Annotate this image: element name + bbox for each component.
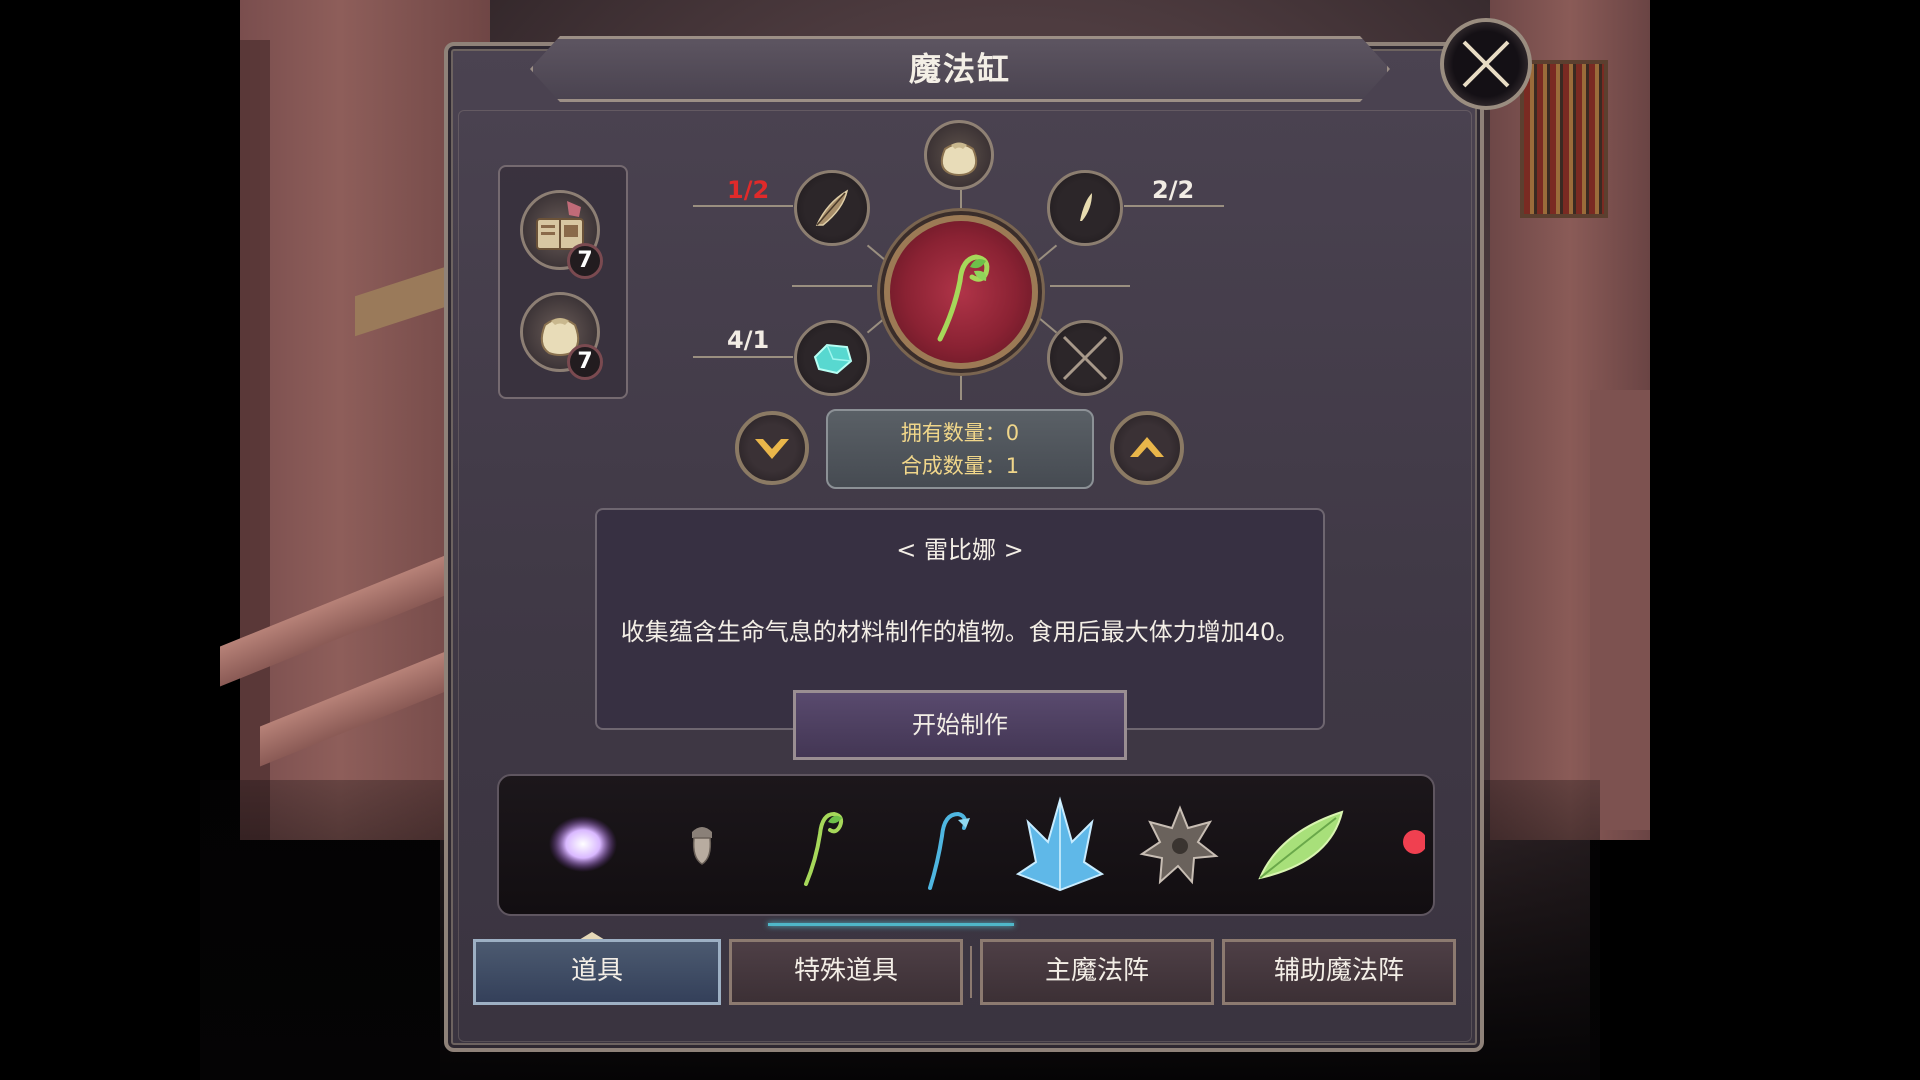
bookshelf	[1520, 60, 1608, 218]
left-wall-edge	[240, 40, 270, 840]
strip-item-acorn[interactable]	[654, 792, 754, 902]
item-name: < 雷比娜 >	[896, 536, 1024, 564]
connector-line	[1124, 205, 1224, 207]
connector-line	[693, 356, 793, 358]
ingredient-count-top-left: 1/2	[727, 176, 770, 204]
ingredient-slot-bottom-left[interactable]	[794, 320, 870, 396]
connector-line	[792, 285, 872, 287]
strip-item-spiky-ore[interactable]	[1130, 792, 1230, 902]
chevron-up-icon	[1130, 437, 1164, 457]
tab-main-magic-circle[interactable]: 主魔法阵	[980, 939, 1214, 1005]
craft-quantity: 合成数量：1	[900, 454, 1020, 478]
leaf-icon	[1080, 193, 1092, 221]
item-description: 收集蕴含生命气息的材料制作的植物。食用后最大体力增加40。	[620, 618, 1300, 646]
start-crafting-button[interactable]: 开始制作	[793, 690, 1127, 760]
owned-quantity: 拥有数量：0	[900, 421, 1020, 445]
tab-items[interactable]: 道具	[473, 939, 721, 1005]
strip-item-red-orb[interactable]	[1385, 792, 1425, 902]
recipe-top-slot[interactable]	[924, 120, 994, 190]
sack-icon	[940, 142, 978, 176]
ice-crystal-icon	[1015, 796, 1105, 892]
recipe-count-badge: 7	[567, 344, 603, 380]
quantity-info: 拥有数量：0 合成数量：1	[826, 409, 1094, 489]
green-leaf-icon	[1258, 810, 1344, 880]
strip-item-green-leaf[interactable]	[1250, 792, 1350, 902]
close-button[interactable]	[1440, 18, 1532, 110]
close-icon	[1462, 40, 1510, 88]
red-orb-icon	[1403, 830, 1425, 854]
connector-line	[960, 190, 962, 214]
strip-item-ice-crystal[interactable]	[1010, 792, 1110, 902]
empty-slot-icon	[1062, 335, 1108, 381]
panel-title: 魔法缸	[908, 50, 1011, 88]
ingredient-slot-bottom-right[interactable]	[1047, 320, 1123, 396]
tab-auxiliary-magic-circle[interactable]: 辅助魔法阵	[1222, 939, 1456, 1005]
connector-line	[1050, 285, 1130, 287]
strip-item-glowing-orb[interactable]	[535, 792, 635, 902]
recipe-count-badge: 7	[567, 243, 603, 279]
crystal-gem-icon	[813, 343, 853, 375]
sprout-icon	[937, 254, 990, 342]
feather-icon	[815, 189, 849, 226]
acorn-icon	[692, 827, 712, 865]
sprout-icon	[804, 811, 844, 886]
right-wall-lower	[1590, 390, 1650, 830]
strip-scroll-indicator	[768, 923, 1014, 926]
blue-hook-plant-icon	[928, 811, 970, 890]
connector-line	[960, 372, 962, 400]
ingredient-count-bottom-left: 4/1	[727, 326, 770, 354]
tab-divider	[970, 946, 972, 998]
result-item-circle	[884, 215, 1038, 369]
spiky-ore-icon	[1139, 805, 1219, 885]
increase-quantity-button[interactable]	[1110, 411, 1184, 485]
tab-special-items[interactable]: 特殊道具	[729, 939, 963, 1005]
ingredient-slot-top-right[interactable]	[1047, 170, 1123, 246]
strip-item-blue-hook-plant[interactable]	[894, 792, 994, 902]
connector-line	[693, 205, 793, 207]
ingredient-slot-top-left[interactable]	[794, 170, 870, 246]
decrease-quantity-button[interactable]	[735, 411, 809, 485]
glowing-orb-icon	[549, 816, 617, 872]
chevron-down-icon	[755, 439, 789, 459]
ingredient-count-top-right: 2/2	[1152, 176, 1195, 204]
strip-item-sprout[interactable]	[774, 792, 874, 902]
